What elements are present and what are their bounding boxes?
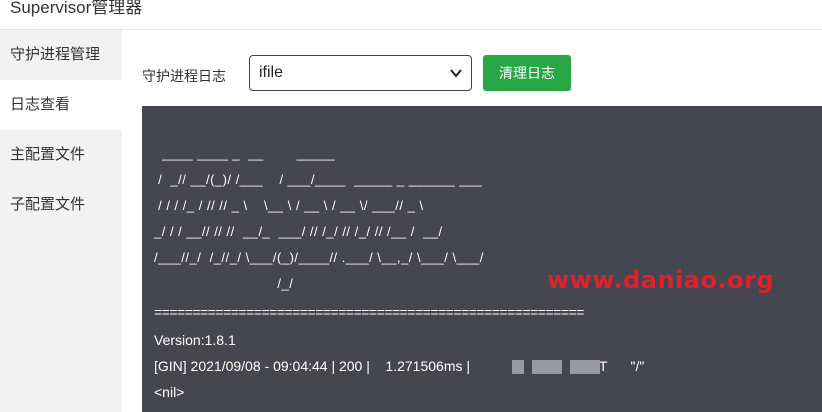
log-console: ____ ____ _ __ _____ / _// __/(_)/ /___ … <box>142 106 822 412</box>
log-line: ____ ____ _ __ _____ <box>154 146 336 161</box>
sidebar-item-main-config[interactable]: 主配置文件 <box>0 130 122 180</box>
redacted-ip-block <box>570 360 600 374</box>
daemon-log-label: 守护进程日志 <box>142 68 226 84</box>
main-panel: 守护进程日志 ifile 清理日志 ____ ____ _ __ _____ /… <box>122 30 822 412</box>
sidebar-item-sub-config[interactable]: 子配置文件 <box>0 180 122 230</box>
log-line: ========================================… <box>154 304 584 320</box>
chevron-down-icon <box>450 69 462 78</box>
watermark-text: www.daniao.org <box>547 266 775 294</box>
sidebar: 守护进程管理 日志查看 主配置文件 子配置文件 <box>0 30 122 412</box>
redacted-ip-block <box>532 360 562 374</box>
log-line: / / / /_ / // // _ \ \__ \ / __ \ / __ \… <box>154 198 424 213</box>
log-line: Version:1.8.1 <box>154 332 236 348</box>
daemon-select-value: ifile <box>259 64 284 81</box>
daemon-select[interactable]: ifile <box>249 55 472 91</box>
sidebar-item-process-management[interactable]: 守护进程管理 <box>0 30 122 80</box>
log-line: /___//_/ /_//_/ \___/(_)/____// .___/ \_… <box>154 250 484 265</box>
log-line: <nil> <box>154 384 185 400</box>
app-title: Supervisor管理器 <box>10 0 143 17</box>
log-line: / _// __/(_)/ /___ / ___/____ _____ _ __… <box>154 172 483 187</box>
title-bar: Supervisor管理器 <box>0 0 822 30</box>
clear-log-button[interactable]: 清理日志 <box>483 55 571 91</box>
sidebar-item-log-view[interactable]: 日志查看 <box>0 80 122 130</box>
log-line: _/ / / __// // // __/_ ___/ // /_/ // /_… <box>154 224 443 239</box>
log-line: /_/ <box>154 276 294 291</box>
redacted-ip-block <box>512 360 524 374</box>
